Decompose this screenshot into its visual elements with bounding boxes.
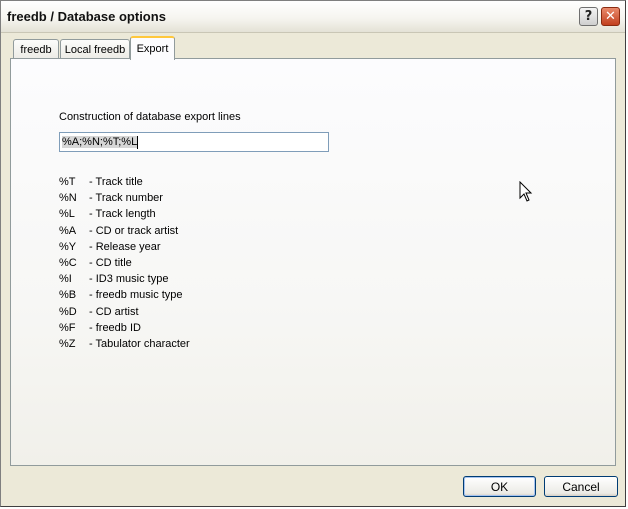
legend-code: %I [59, 273, 72, 286]
export-format-input[interactable]: %A;%N;%T;%L [59, 132, 329, 152]
legend-code: %B [59, 289, 77, 302]
window-title: freedb / Database options [7, 9, 166, 24]
legend-code: %N [59, 192, 77, 205]
legend-desc: - Track length [89, 208, 156, 221]
ok-button[interactable]: OK [463, 476, 536, 497]
tab-label: Local freedb [64, 43, 126, 56]
legend-desc: - Track title [89, 176, 143, 188]
legend-code: %Y [59, 240, 77, 253]
legend-desc: - ID3 music type [89, 273, 169, 286]
cancel-button[interactable]: Cancel [544, 476, 618, 497]
tab-label: Export [136, 43, 169, 55]
legend-code: %F [59, 321, 76, 334]
mouse-pointer-icon [519, 181, 533, 202]
tab-local-freedb[interactable]: Local freedb [60, 39, 130, 59]
legend-desc: - Track number [89, 192, 163, 205]
legend-code: %L [59, 208, 75, 221]
title-bar[interactable]: freedb / Database options ? ✕ [1, 1, 625, 33]
legend-code: %Z [59, 337, 76, 350]
export-panel: Construction of database export lines %A… [10, 58, 616, 466]
text-caret [137, 135, 139, 149]
legend-desc: - Tabulator character [89, 337, 190, 350]
options-dialog: freedb / Database options ? ✕ freedb Loc… [0, 0, 626, 507]
close-icon[interactable]: ✕ [601, 7, 620, 26]
legend-desc: - freedb ID [89, 321, 141, 334]
tab-freedb[interactable]: freedb [13, 39, 59, 59]
legend-desc: - CD title [89, 256, 132, 269]
legend-desc: - CD artist [89, 305, 139, 318]
legend-code: %D [59, 305, 77, 318]
legend-desc: - freedb music type [89, 289, 183, 302]
export-format-value: %A;%N;%T;%L [62, 136, 138, 148]
legend-desc: - CD or track artist [89, 224, 179, 237]
help-icon[interactable]: ? [579, 7, 598, 26]
tab-label: freedb [20, 43, 52, 56]
legend-code: %A [59, 224, 77, 237]
construction-label: Construction of database export lines [59, 111, 241, 123]
legend-desc: - Release year [89, 240, 161, 253]
legend-code: %T [59, 176, 76, 188]
tab-export[interactable]: Export [130, 36, 175, 60]
legend-code: %C [59, 256, 77, 269]
